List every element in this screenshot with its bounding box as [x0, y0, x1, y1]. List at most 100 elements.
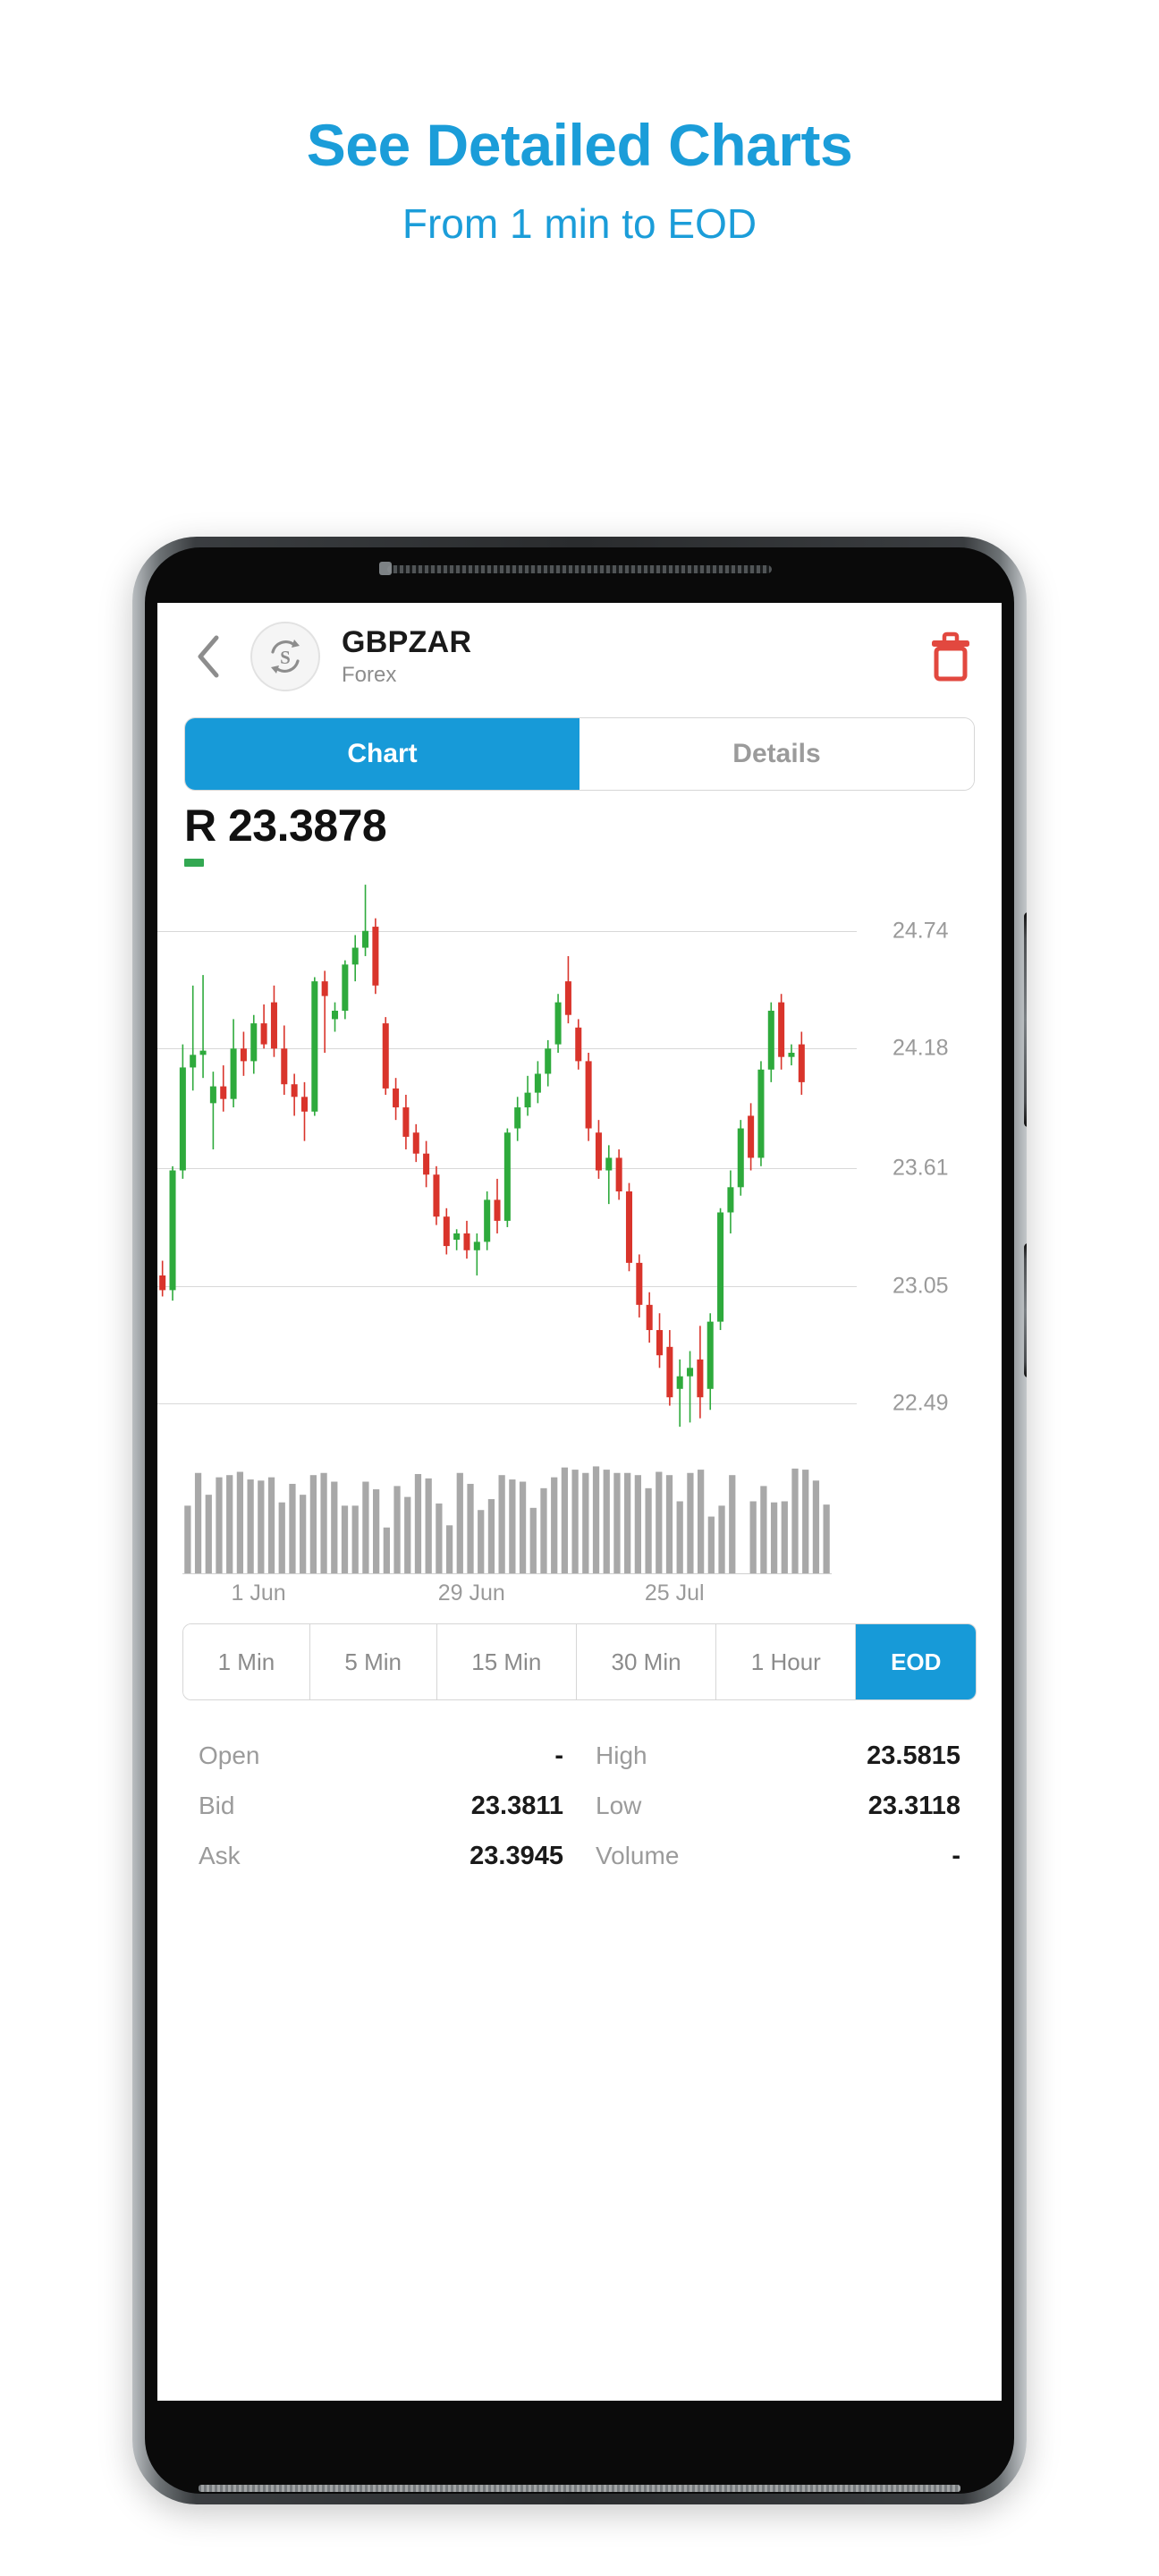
candle-body	[494, 1199, 501, 1221]
candle-body	[767, 1011, 774, 1070]
candle-body	[748, 1115, 755, 1158]
candle-body	[199, 1050, 207, 1055]
timeframe-30-min[interactable]: 30 Min	[576, 1624, 717, 1699]
timeframe-selector: 1 Min 5 Min 15 Min 30 Min 1 Hour EOD	[182, 1623, 977, 1700]
timeframe-1-min[interactable]: 1 Min	[183, 1624, 310, 1699]
candle-body	[433, 1174, 440, 1217]
candle-body	[342, 964, 349, 1012]
stat-cell: Volume -	[580, 1842, 960, 1871]
candle-body	[697, 1359, 704, 1398]
promo-subtitle: From 1 min to EOD	[402, 200, 757, 248]
candle-body	[179, 1067, 186, 1171]
volume-bar	[331, 1481, 338, 1573]
candle-body	[209, 1086, 216, 1104]
volume-bar	[571, 1470, 579, 1573]
candle-body	[585, 1061, 592, 1129]
candle-body	[372, 927, 379, 986]
volume-bar	[613, 1472, 621, 1573]
volume-bar	[258, 1480, 265, 1573]
candle-body	[220, 1086, 227, 1099]
tab-details[interactable]: Details	[580, 718, 974, 790]
candle-body	[190, 1055, 197, 1068]
stat-cell: High 23.5815	[580, 1741, 960, 1771]
volume-bar	[267, 1477, 275, 1573]
timeframe-5-min[interactable]: 5 Min	[309, 1624, 437, 1699]
volume-bar	[718, 1505, 725, 1573]
volume-bar	[509, 1479, 516, 1573]
volume-bar	[404, 1496, 411, 1573]
volume-bar	[729, 1475, 736, 1573]
view-tabs: Chart Details	[184, 717, 975, 791]
volume-bar	[582, 1472, 589, 1573]
volume-bar	[478, 1510, 485, 1573]
stat-row: Open - High 23.5815	[199, 1731, 960, 1781]
volume-bar	[487, 1499, 495, 1573]
volume-bar	[770, 1502, 778, 1573]
candle-body	[717, 1212, 724, 1322]
svg-text:S: S	[280, 647, 291, 668]
chevron-left-icon	[198, 635, 219, 678]
phone-bezel: S GBPZAR Forex Chart Details R 23.3878 2…	[145, 547, 1014, 2494]
candle-body	[676, 1376, 683, 1389]
volume-bar	[236, 1471, 244, 1573]
stat-value: 23.3118	[867, 1791, 960, 1820]
phone-frame: S GBPZAR Forex Chart Details R 23.3878 2…	[132, 537, 1027, 2504]
power-button[interactable]	[1024, 1243, 1027, 1377]
candle-body	[554, 1002, 562, 1045]
candle-body	[443, 1216, 450, 1247]
volume-bar	[226, 1475, 233, 1573]
stat-label: Bid	[199, 1791, 235, 1819]
candle-body	[230, 1048, 237, 1099]
volume-bar	[656, 1471, 663, 1573]
tab-chart[interactable]: Chart	[185, 718, 580, 790]
currency-exchange-icon: S	[271, 640, 300, 674]
back-button[interactable]	[184, 632, 233, 681]
stat-label: High	[596, 1741, 647, 1769]
volume-bar	[372, 1489, 380, 1573]
volume-bar	[781, 1501, 788, 1573]
stat-row: Bid 23.3811 Low 23.3118	[199, 1781, 960, 1831]
app-header: S GBPZAR Forex	[157, 603, 1002, 710]
stat-value: -	[952, 1841, 960, 1870]
price-chart[interactable]: 24.74 24.18 23.61 23.05 22.49	[157, 872, 1002, 1462]
stat-label: Open	[199, 1741, 260, 1769]
candle-body	[240, 1048, 247, 1062]
promo-title: See Detailed Charts	[306, 112, 853, 178]
candle-body	[331, 1011, 339, 1020]
volume-bar	[676, 1501, 683, 1573]
volume-chart	[157, 1464, 1002, 1574]
trash-icon	[932, 631, 969, 682]
x-axis-tick-label: 29 Jun	[437, 1580, 505, 1606]
volume-bar	[445, 1525, 453, 1573]
timeframe-1-hour[interactable]: 1 Hour	[716, 1624, 857, 1699]
volume-bar	[289, 1483, 296, 1573]
volume-bar	[341, 1505, 349, 1573]
timeframe-eod[interactable]: EOD	[856, 1624, 976, 1699]
candle-body	[788, 1052, 795, 1057]
volume-bar	[320, 1472, 327, 1573]
candle-body	[270, 1002, 277, 1049]
volume-bar	[812, 1480, 820, 1573]
candle-body	[463, 1233, 470, 1250]
y-axis-tick-label: 24.74	[893, 918, 949, 944]
stat-cell: Low 23.3118	[580, 1792, 960, 1821]
chart-x-axis-labels: 1 Jun 29 Jun 25 Jul	[157, 1573, 1002, 1620]
candle-body	[503, 1132, 511, 1221]
volume-bar	[436, 1503, 443, 1573]
y-axis-tick-label: 23.61	[893, 1155, 949, 1181]
volume-bar	[414, 1473, 422, 1573]
volume-bar	[561, 1467, 569, 1573]
stat-label: Ask	[199, 1841, 241, 1869]
candle-body	[666, 1346, 673, 1398]
y-axis-tick-label: 23.05	[893, 1273, 949, 1299]
candle-body	[706, 1321, 714, 1389]
volume-bar	[749, 1501, 757, 1573]
delete-button[interactable]	[926, 630, 975, 683]
timeframe-15-min[interactable]: 15 Min	[436, 1624, 577, 1699]
candle-body	[687, 1368, 694, 1377]
volume-button[interactable]	[1024, 912, 1027, 1127]
candle-body	[605, 1157, 613, 1171]
volume-bar	[205, 1495, 212, 1573]
candle-body	[625, 1191, 633, 1263]
earpiece-speaker-icon	[387, 565, 772, 573]
